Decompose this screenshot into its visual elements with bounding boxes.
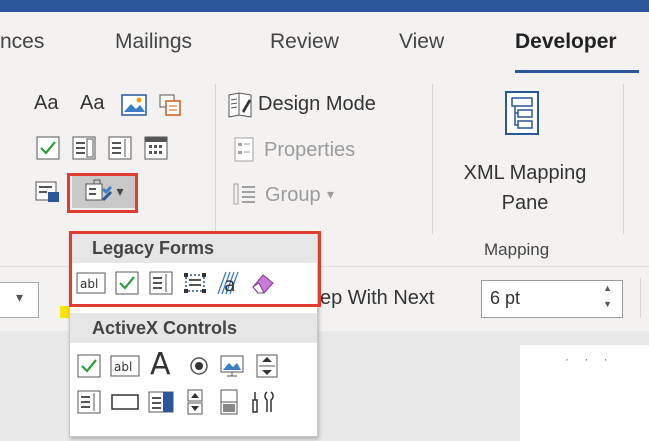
tab-developer[interactable]: Developer — [515, 30, 617, 54]
spin-down-icon[interactable]: ▼ — [603, 299, 612, 309]
checkbox-content-control-icon[interactable] — [34, 134, 62, 162]
xml-mapping-label-line1: XML Mapping — [463, 162, 587, 184]
building-block-gallery-icon[interactable] — [156, 92, 184, 118]
scrollbar-control-icon[interactable] — [252, 351, 282, 381]
active-tab-indicator — [515, 70, 639, 73]
group-divider — [623, 84, 624, 234]
listbox-control-icon[interactable] — [74, 387, 104, 417]
legacy-forms-highlight — [69, 231, 321, 307]
label-control-icon[interactable]: A — [150, 347, 171, 382]
combo-box-content-control-icon[interactable] — [70, 134, 98, 162]
ribbon-tabs: nces Mailings Review View Developer — [0, 12, 649, 74]
activex-controls-header: ActiveX Controls — [70, 313, 317, 343]
textbox-control-icon[interactable]: abl — [108, 351, 142, 381]
combo-arrow-icon: ▾ — [16, 289, 24, 305]
command-button-icon[interactable] — [214, 387, 244, 417]
keep-with-next-checkbox-label[interactable]: ep With Next — [320, 287, 434, 310]
group-divider — [215, 84, 216, 234]
xml-mapping-pane-button[interactable]: XML Mapping Pane — [450, 158, 600, 218]
style-combo[interactable]: ▾ — [0, 282, 39, 318]
legacy-tools-highlight — [67, 173, 138, 213]
design-mode-button[interactable]: Design Mode — [258, 93, 376, 116]
spacing-after-spinner[interactable]: 6 pt ▲ ▼ — [481, 280, 623, 318]
option-button-icon[interactable] — [184, 351, 214, 381]
xml-mapping-pane-icon — [502, 88, 542, 138]
svg-text:abl: abl — [114, 360, 132, 374]
title-bar — [0, 0, 649, 12]
xml-mapping-label-line2: Pane — [501, 192, 549, 214]
tab-view[interactable]: View — [399, 30, 444, 54]
more-controls-icon[interactable] — [248, 387, 278, 417]
date-picker-content-control-icon[interactable] — [142, 134, 170, 162]
tab-review[interactable]: Review — [270, 30, 339, 54]
spin-up-icon[interactable]: ▲ — [603, 283, 612, 293]
tab-references[interactable]: nces — [0, 30, 44, 54]
plain-text-control-button[interactable]: Aa — [80, 92, 104, 115]
design-mode-icon — [226, 90, 254, 120]
rich-text-control-button[interactable]: Aa — [34, 92, 58, 115]
divider — [640, 278, 641, 318]
checkbox-control-icon[interactable] — [74, 351, 104, 381]
properties-button[interactable]: Properties — [264, 139, 355, 162]
group-icon — [232, 180, 258, 208]
ruler: · · · — [565, 352, 614, 366]
group-divider — [432, 84, 433, 234]
picture-content-control-icon[interactable] — [120, 92, 148, 118]
combobox-control-icon[interactable] — [146, 387, 176, 417]
spin-button-icon[interactable] — [180, 387, 210, 417]
group-dropdown-arrow: ▾ — [327, 186, 335, 202]
image-control-icon[interactable] — [218, 351, 248, 381]
repeating-section-icon[interactable] — [34, 178, 62, 206]
properties-icon — [233, 136, 257, 164]
dropdown-list-content-control-icon[interactable] — [106, 134, 134, 162]
toggle-button-icon[interactable] — [108, 387, 142, 417]
mapping-group-label: Mapping — [484, 240, 550, 259]
group-button[interactable]: Group — [265, 184, 321, 207]
tab-mailings[interactable]: Mailings — [115, 30, 192, 54]
spacing-after-value: 6 pt — [490, 288, 521, 308]
